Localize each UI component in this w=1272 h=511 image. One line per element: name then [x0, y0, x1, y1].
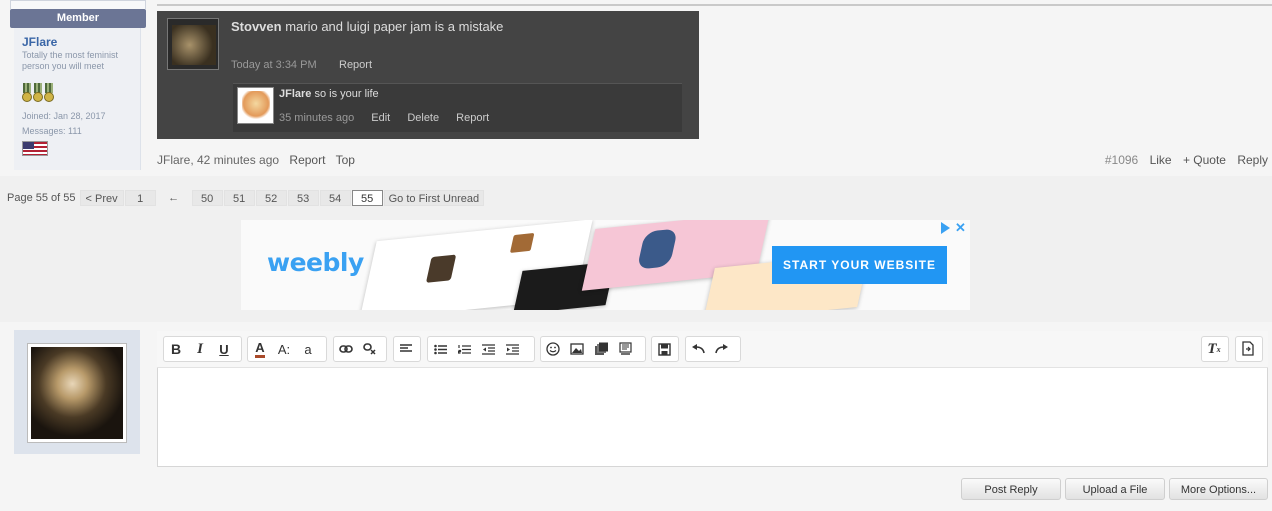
page-50[interactable]: 50 [191, 190, 223, 206]
unlink-icon[interactable] [358, 337, 382, 361]
bullet-list-icon[interactable] [428, 337, 452, 361]
post-actions: #1096 Like + Quote Reply [1097, 153, 1268, 167]
history-group [685, 336, 741, 362]
post-message: mario and luigi paper jam is a mistake [285, 19, 504, 34]
post-reply-button[interactable]: Post Reply [961, 478, 1061, 500]
comment-time[interactable]: 35 minutes ago [279, 112, 354, 124]
comment-text: JFlare so is your life [279, 88, 379, 100]
indent-icon[interactable] [500, 337, 524, 361]
undo-icon[interactable] [686, 337, 710, 361]
font-size-button[interactable]: A: [272, 337, 296, 361]
toggle-bbcode-icon[interactable] [1236, 337, 1260, 361]
quote-link[interactable]: + Quote [1183, 153, 1226, 167]
medal-icon [33, 83, 43, 104]
comment-message: so is your life [314, 88, 379, 100]
media-icon[interactable] [589, 337, 613, 361]
underline-button[interactable]: U [212, 337, 236, 361]
author-name[interactable]: JFlare [22, 35, 57, 49]
format-group: B I U [163, 336, 242, 362]
italic-button[interactable]: I [188, 337, 212, 361]
upload-file-button[interactable]: Upload a File [1065, 478, 1165, 500]
comment-report-link[interactable]: Report [456, 112, 489, 124]
adchoices-icon[interactable] [941, 222, 950, 234]
start-website-button[interactable]: START YOUR WEBSITE [772, 246, 947, 284]
page-jump-icon[interactable]: ← [157, 190, 191, 206]
my-avatar[interactable] [27, 343, 127, 443]
comment-username[interactable]: JFlare [279, 88, 311, 100]
goto-first-unread-button[interactable]: Go to First Unread [383, 190, 485, 206]
save-draft-icon[interactable] [652, 337, 676, 361]
page-55-current[interactable]: 55 [351, 190, 383, 206]
editor-toolbar: B I U A A: a T x [157, 331, 1268, 368]
weebly-logo: weebly [267, 248, 364, 277]
page-53[interactable]: 53 [287, 190, 319, 206]
author-joined: Joined: Jan 28, 2017 [22, 111, 106, 121]
link-icon[interactable] [334, 337, 358, 361]
text-style-group: A A: a [247, 336, 327, 362]
pagination: Page 55 of 55 < Prev 1 ← 50 51 52 53 54 … [0, 188, 485, 208]
align-group [393, 336, 421, 362]
page-1[interactable]: 1 [124, 190, 156, 206]
avatar[interactable] [167, 18, 219, 70]
trophy-icons [22, 83, 55, 107]
list-group [427, 336, 535, 362]
medal-icon [44, 83, 54, 104]
divider [157, 4, 1272, 6]
post-footer: JFlare, 42 minutes ago Report Top [157, 153, 362, 167]
page-label: Page 55 of 55 [7, 192, 76, 204]
page-51[interactable]: 51 [223, 190, 255, 206]
smiley-icon[interactable] [541, 337, 565, 361]
author-title: Totally the most feminist person you wil… [22, 50, 119, 71]
outdent-icon[interactable] [476, 337, 500, 361]
bbcode-group [1235, 336, 1263, 362]
post-number[interactable]: #1096 [1105, 153, 1138, 167]
save-group [651, 336, 679, 362]
link-group [333, 336, 387, 362]
author-messages: Messages: 111 [22, 126, 82, 136]
bold-button[interactable]: B [164, 337, 188, 361]
post-username[interactable]: Stovven [231, 19, 282, 34]
insert-group [540, 336, 646, 362]
comment-actions: 35 minutes ago Edit Delete Report [279, 112, 503, 124]
insert-template-icon[interactable] [613, 337, 637, 361]
top-link[interactable]: Top [336, 153, 355, 167]
font-family-button[interactable]: a [296, 337, 320, 361]
align-left-icon[interactable] [394, 337, 418, 361]
profile-post-text: Stovven mario and luigi paper jam is a m… [231, 19, 503, 34]
font-color-button[interactable]: A [248, 337, 272, 361]
comment-avatar[interactable] [237, 87, 274, 124]
clear-format-group: Tx [1201, 336, 1229, 362]
delete-link[interactable]: Delete [407, 112, 439, 124]
us-flag-icon [22, 141, 48, 156]
like-link[interactable]: Like [1150, 153, 1172, 167]
edit-link[interactable]: Edit [371, 112, 390, 124]
footer-report-link[interactable]: Report [289, 153, 325, 167]
reply-link[interactable]: Reply [1237, 153, 1268, 167]
page-54[interactable]: 54 [319, 190, 351, 206]
more-options-button[interactable]: More Options... [1169, 478, 1268, 500]
redo-icon[interactable] [710, 337, 734, 361]
prev-button[interactable]: < Prev [79, 190, 124, 206]
numbered-list-icon[interactable] [452, 337, 476, 361]
ad-close-icon[interactable]: ✕ [955, 220, 966, 236]
medal-icon [22, 83, 32, 104]
page-52[interactable]: 52 [255, 190, 287, 206]
post-meta[interactable]: JFlare, 42 minutes ago [157, 153, 279, 167]
remove-format-icon[interactable]: Tx [1202, 337, 1226, 361]
member-badge: Member [10, 0, 146, 28]
post-time[interactable]: Today at 3:34 PM [231, 59, 317, 71]
image-icon[interactable] [565, 337, 589, 361]
report-link[interactable]: Report [339, 59, 372, 71]
advertisement[interactable]: weebly START YOUR WEBSITE [241, 220, 970, 310]
